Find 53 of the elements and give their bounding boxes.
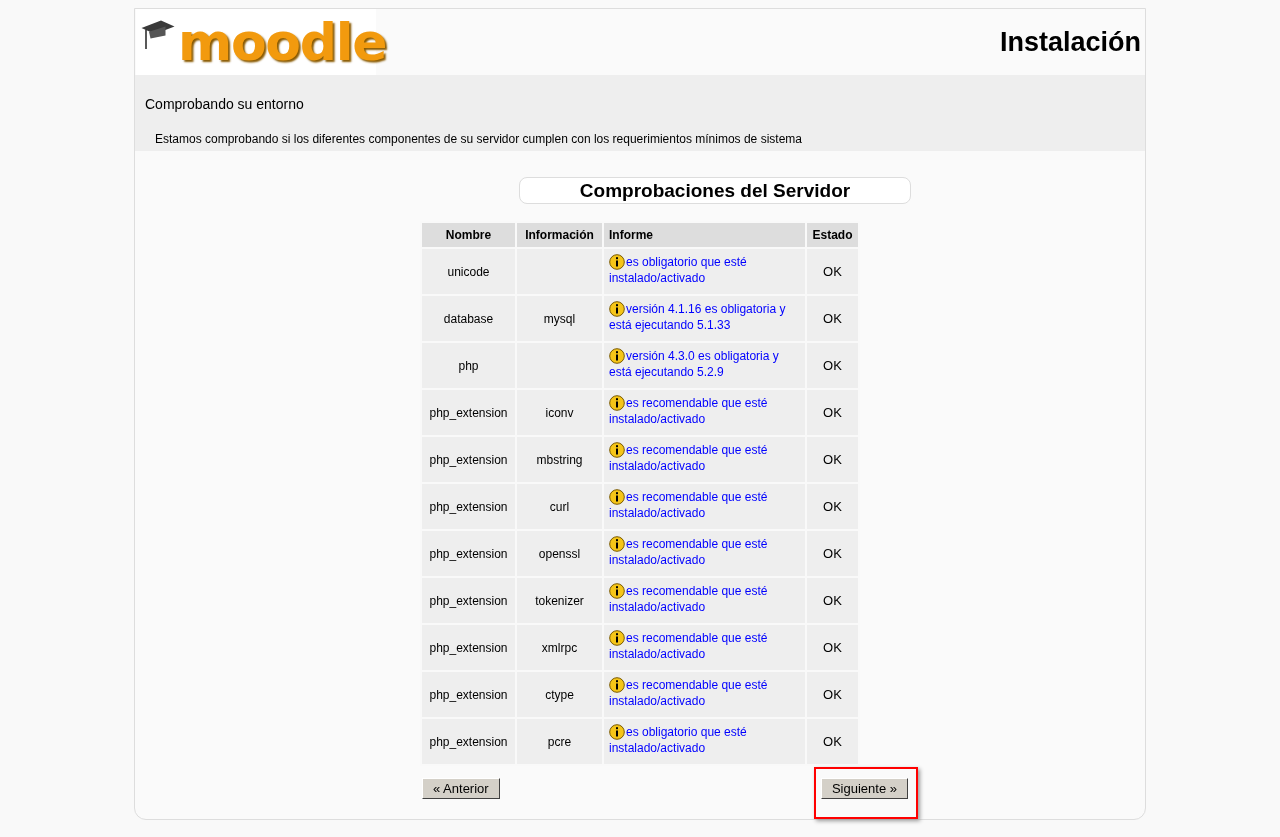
table-cell: database xyxy=(421,295,516,342)
table-cell: php xyxy=(421,342,516,389)
info-icon xyxy=(609,395,625,411)
section-title: Comprobaciones del Servidor xyxy=(519,177,911,204)
table-cell: iconv xyxy=(516,389,603,436)
table-cell: php_extension xyxy=(421,577,516,624)
info-icon xyxy=(609,583,625,599)
intro-heading: Comprobando su entorno xyxy=(145,95,305,114)
table-cell: php_extension xyxy=(421,436,516,483)
table-cell: OK xyxy=(806,577,859,624)
table-cell: php_extension xyxy=(421,530,516,577)
table-cell: unicode xyxy=(421,248,516,295)
table-cell: curl xyxy=(516,483,603,530)
info-icon xyxy=(609,348,625,364)
column-header: Estado xyxy=(806,222,859,248)
table-cell: openssl xyxy=(516,530,603,577)
column-header: Informe xyxy=(603,222,806,248)
table-cell: OK xyxy=(806,342,859,389)
info-icon xyxy=(609,630,625,646)
table-cell: php_extension xyxy=(421,671,516,718)
column-header: Información xyxy=(516,222,603,248)
table-cell: OK xyxy=(806,248,859,295)
table-cell: OK xyxy=(806,295,859,342)
table-cell: OK xyxy=(806,530,859,577)
table-cell: OK xyxy=(806,718,859,765)
info-icon xyxy=(609,301,625,317)
intro-text: Estamos comprobando si los diferentes componentes de su servidor cumplen con los requerimientos mínimos de sistema xyxy=(155,131,803,148)
next-button[interactable]: Siguiente » xyxy=(820,778,908,799)
info-icon xyxy=(609,442,625,458)
table-cell: OK xyxy=(806,624,859,671)
table-cell: xmlrpc xyxy=(516,624,603,671)
info-icon xyxy=(609,724,625,740)
page-title: Instalación xyxy=(999,25,1141,59)
column-header: Nombre xyxy=(421,222,516,248)
table-cell: OK xyxy=(806,671,859,718)
table-cell: php_extension xyxy=(421,483,516,530)
table-cell: mbstring xyxy=(516,436,603,483)
table-cell: OK xyxy=(806,389,859,436)
info-icon xyxy=(609,254,625,270)
table-cell: tokenizer xyxy=(516,577,603,624)
table-cell: php_extension xyxy=(421,718,516,765)
info-icon xyxy=(609,677,625,693)
table-cell: OK xyxy=(806,436,859,483)
info-icon xyxy=(609,536,625,552)
info-icon xyxy=(609,489,625,505)
table-cell: pcre xyxy=(516,718,603,765)
table-cell: php_extension xyxy=(421,624,516,671)
table-cell: mysql xyxy=(516,295,603,342)
table-cell: OK xyxy=(806,483,859,530)
table-cell: php_extension xyxy=(421,389,516,436)
previous-button[interactable]: « Anterior xyxy=(422,778,500,799)
logo-text: moodle xyxy=(178,16,387,68)
table-cell: ctype xyxy=(516,671,603,718)
